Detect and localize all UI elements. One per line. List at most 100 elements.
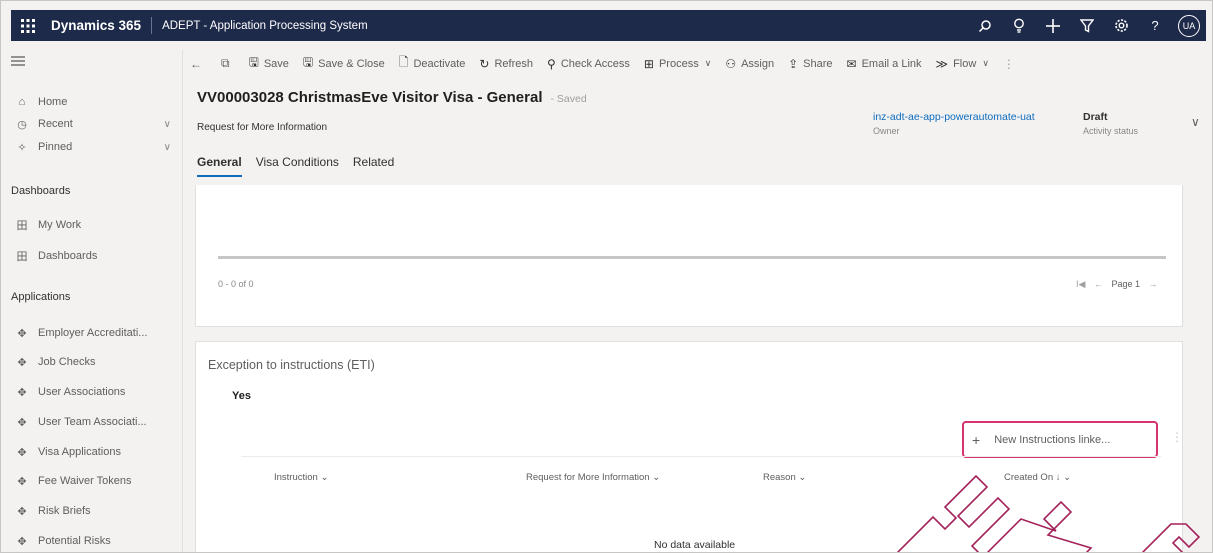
refresh-button[interactable]: ↻ Refresh bbox=[472, 50, 540, 77]
help-icon[interactable]: ? bbox=[1138, 10, 1172, 41]
subgrid-card: 0 - 0 of 0 I◀ ← Page 1 → bbox=[195, 185, 1183, 327]
puzzle-icon: ✥ bbox=[17, 535, 27, 548]
sidebar-item-pinned[interactable]: ✧ Pinned ∨ bbox=[1, 136, 183, 158]
lightbulb-icon[interactable] bbox=[1002, 10, 1036, 41]
process-icon: ⊞ bbox=[643, 56, 654, 71]
pager: I◀ ← Page 1 → bbox=[1076, 279, 1158, 290]
deactivate-icon: 🗋 bbox=[398, 55, 409, 69]
back-button[interactable]: ← bbox=[183, 50, 214, 77]
email-link-label: Email a Link bbox=[861, 57, 922, 70]
sidebar-item-label: Job Checks bbox=[38, 356, 96, 368]
sidebar-item-employer-accreditation[interactable]: ✥ Employer Accreditati... bbox=[1, 322, 183, 344]
email-link-button[interactable]: ✉ Email a Link bbox=[840, 50, 929, 77]
sidebar-item-visa-applications[interactable]: ✥ Visa Applications bbox=[1, 441, 183, 463]
chevron-down-icon[interactable]: ∨ bbox=[1191, 115, 1200, 129]
eti-section-title: Exception to instructions (ETI) bbox=[208, 358, 375, 372]
puzzle-icon: ✥ bbox=[17, 356, 27, 369]
sidebar-item-job-checks[interactable]: ✥ Job Checks bbox=[1, 351, 183, 373]
assign-button[interactable]: ⚇ Assign bbox=[718, 50, 781, 77]
more-vertical-icon[interactable]: ⋮ bbox=[1171, 430, 1183, 444]
more-commands-button[interactable]: ⋮ bbox=[996, 50, 1027, 77]
grid-icon: 田 bbox=[16, 220, 28, 232]
eti-value[interactable]: Yes bbox=[232, 390, 251, 402]
deactivate-button[interactable]: 🗋 Deactivate bbox=[392, 50, 473, 77]
tab-visa-conditions[interactable]: Visa Conditions bbox=[256, 155, 339, 177]
record-count: 0 - 0 of 0 bbox=[218, 279, 254, 289]
next-page-icon[interactable]: → bbox=[1149, 279, 1158, 289]
waffle-icon[interactable] bbox=[11, 10, 45, 41]
sidebar-item-label: Dashboards bbox=[38, 250, 98, 262]
email-icon: ✉ bbox=[846, 56, 857, 71]
chevron-down-icon[interactable]: ∨ bbox=[164, 142, 171, 153]
tab-general[interactable]: General bbox=[197, 155, 242, 177]
chevron-down-icon: ⌄ bbox=[1063, 472, 1072, 483]
search-icon[interactable] bbox=[968, 10, 1002, 41]
flow-icon: ≫ bbox=[935, 56, 949, 71]
sidebar-item-label: Risk Briefs bbox=[38, 505, 91, 517]
puzzle-icon: ✥ bbox=[17, 446, 27, 459]
record-title-text: VV00003028 ChristmasEve Visitor Visa - G… bbox=[197, 89, 543, 106]
sidebar-item-potential-risks[interactable]: ✥ Potential Risks bbox=[1, 530, 183, 552]
save-button[interactable]: 🖫 Save bbox=[242, 50, 296, 77]
tab-related[interactable]: Related bbox=[353, 155, 394, 177]
previous-page-icon[interactable]: ← bbox=[1094, 279, 1103, 289]
new-instructions-label: New Instructions linke... bbox=[994, 433, 1111, 446]
clock-icon: ◷ bbox=[17, 118, 27, 131]
sidebar-item-recent[interactable]: ◷ Recent ∨ bbox=[1, 113, 183, 135]
sidebar-item-user-associations[interactable]: ✥ User Associations bbox=[1, 381, 183, 403]
column-header-created-on[interactable]: Created On ↓ ⌄ bbox=[1004, 472, 1071, 483]
filter-icon[interactable] bbox=[1070, 10, 1104, 41]
owner-label: Owner bbox=[873, 126, 900, 136]
process-button[interactable]: ⊞ Process ∨ bbox=[637, 50, 718, 77]
dashboards-heading: Dashboards bbox=[11, 185, 71, 197]
avatar[interactable]: UA bbox=[1178, 14, 1200, 37]
first-page-icon[interactable]: I◀ bbox=[1076, 279, 1085, 289]
top-icon-group: ? UA bbox=[968, 10, 1206, 41]
eti-section: Exception to instructions (ETI) Yes + Ne… bbox=[195, 341, 1183, 552]
flow-button[interactable]: ≫ Flow ∨ bbox=[929, 50, 996, 77]
sidebar-item-risk-briefs[interactable]: ✥ Risk Briefs bbox=[1, 500, 183, 522]
sidebar-item-fee-waiver-tokens[interactable]: ✥ Fee Waiver Tokens bbox=[1, 470, 183, 492]
plus-icon[interactable] bbox=[1036, 10, 1070, 41]
more-vertical-icon: ⋮ bbox=[1002, 56, 1015, 71]
save-label: Save bbox=[263, 57, 289, 70]
column-header-label: Instruction bbox=[274, 472, 318, 483]
owner-link[interactable]: inz-adt-ae-app-powerautomate-uat bbox=[873, 111, 1035, 123]
sidebar-item-label: Potential Risks bbox=[38, 535, 111, 547]
hamburger-menu-icon[interactable] bbox=[11, 54, 31, 74]
sidebar-item-home[interactable]: ⌂ Home bbox=[1, 91, 183, 113]
top-navigation-inner: Dynamics 365 ADEPT - Application Process… bbox=[11, 10, 1206, 41]
horizontal-scrollbar[interactable] bbox=[218, 256, 1166, 259]
sidebar-item-label: Visa Applications bbox=[38, 446, 121, 458]
record-form-name[interactable]: Request for More Information bbox=[197, 122, 327, 133]
sidebar-item-dashboards[interactable]: 田 Dashboards bbox=[1, 245, 183, 267]
form-content: 0 - 0 of 0 I◀ ← Page 1 → Exception to in… bbox=[183, 185, 1212, 552]
gear-icon[interactable] bbox=[1104, 10, 1138, 41]
check-access-button[interactable]: ⚲ Check Access bbox=[540, 50, 637, 77]
check-access-label: Check Access bbox=[560, 57, 630, 70]
share-button[interactable]: ⇪ Share bbox=[781, 50, 839, 77]
new-instructions-button[interactable]: + New Instructions linke... bbox=[962, 421, 1158, 458]
activity-status-label: Activity status bbox=[1083, 126, 1139, 136]
brand-title[interactable]: Dynamics 365 bbox=[45, 17, 153, 34]
chevron-down-icon[interactable]: ∨ bbox=[164, 119, 171, 130]
app-title[interactable]: ADEPT - Application Processing System bbox=[152, 20, 368, 32]
popout-icon: ⧉ bbox=[221, 56, 230, 70]
save-close-button[interactable]: 🖫 Save & Close bbox=[296, 50, 392, 77]
empty-state-text: No data available bbox=[654, 539, 736, 551]
puzzle-icon: ✥ bbox=[17, 327, 27, 340]
column-header-instruction[interactable]: Instruction ⌄ bbox=[274, 472, 328, 483]
back-arrow-icon: ← bbox=[190, 56, 202, 71]
open-new-window-button[interactable]: ⧉ bbox=[214, 50, 242, 77]
column-header-request[interactable]: Request for More Information ⌄ bbox=[526, 472, 660, 483]
page-title: VV00003028 ChristmasEve Visitor Visa - G… bbox=[197, 89, 587, 106]
sidebar-item-user-team-associations[interactable]: ✥ User Team Associati... bbox=[1, 411, 183, 433]
sidebar-item-my-work[interactable]: 田 My Work bbox=[1, 214, 183, 236]
column-header-reason[interactable]: Reason ⌄ bbox=[763, 472, 806, 483]
grid-icon: 田 bbox=[16, 251, 28, 263]
sidebar-item-label: User Team Associati... bbox=[38, 416, 147, 428]
app-window: Dynamics 365 ADEPT - Application Process… bbox=[0, 0, 1213, 553]
sidebar-item-label: Recent bbox=[38, 118, 73, 130]
sort-down-icon: ↓ bbox=[1055, 472, 1061, 483]
home-icon: ⌂ bbox=[18, 96, 26, 108]
